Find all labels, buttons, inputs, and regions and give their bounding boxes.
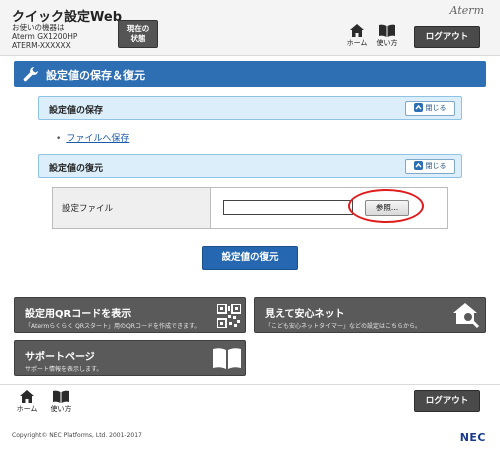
mieru-anshin-tile[interactable]: 見えて安心ネット 「こども安心ネットタイマー」などの設定はこちらから。 xyxy=(254,297,486,333)
support-page-tile[interactable]: サポートページ サポート情報を表示します。 xyxy=(14,340,246,376)
save-panel-close-button[interactable]: 閉じる xyxy=(405,101,455,116)
help-button[interactable]: 使い方 xyxy=(374,24,400,52)
device-info: お使いの機器は Aterm GX1200HP ATERM-XXXXXX xyxy=(12,23,77,50)
house-search-icon xyxy=(453,303,480,328)
section-title: 設定値の保存＆復元 xyxy=(46,69,145,82)
home-label: ホーム xyxy=(346,39,368,47)
footer-help-button[interactable]: 使い方 xyxy=(48,390,74,418)
device-label: お使いの機器は xyxy=(12,23,65,32)
header-bar: クイック設定Web お使いの機器は Aterm GX1200HP ATERM-X… xyxy=(0,0,500,56)
logout-button[interactable]: ログアウト xyxy=(414,26,480,48)
qr-code-icon xyxy=(217,304,241,328)
tile-description: サポート情報を表示します。 xyxy=(25,366,103,373)
section-header: 設定値の保存＆復元 xyxy=(14,61,486,87)
settings-file-label: 設定ファイル xyxy=(62,204,114,214)
footer-home-label: ホーム xyxy=(16,405,38,413)
home-icon xyxy=(350,24,364,37)
save-panel-close-label: 閉じる xyxy=(425,104,447,112)
chevron-up-icon xyxy=(413,160,423,170)
footer-home-button[interactable]: ホーム xyxy=(14,390,40,418)
book-icon xyxy=(213,348,241,369)
tile-description: 「こども安心ネットタイマー」などの設定はこちらから。 xyxy=(265,323,422,330)
restore-panel-title: 設定値の復元 xyxy=(49,164,104,174)
file-label-cell: 設定ファイル xyxy=(53,188,211,228)
copyright-text: Copyright© NEC Platforms, Ltd. 2001-2017 xyxy=(12,432,142,439)
current-status-button[interactable]: 現在の 状態 xyxy=(118,20,158,48)
tile-title: 見えて安心ネット xyxy=(265,309,345,320)
book-icon xyxy=(53,390,69,403)
restore-panel-header: 設定値の復元 閉じる xyxy=(38,154,462,178)
tile-title: 設定用QRコードを表示 xyxy=(25,309,132,320)
save-panel-header: 設定値の保存 閉じる xyxy=(38,96,462,120)
footer-divider xyxy=(0,384,500,385)
tile-description: 「Atermらくらく QRスタート」用のQRコードを作成できます。 xyxy=(25,323,201,330)
home-icon xyxy=(20,390,34,403)
nec-logo: NEC xyxy=(459,431,486,444)
bullet-icon: • xyxy=(56,134,62,144)
book-icon xyxy=(379,24,395,37)
highlight-annotation xyxy=(348,189,424,223)
footer-help-label: 使い方 xyxy=(50,405,72,413)
restore-panel-close-button[interactable]: 閉じる xyxy=(405,159,455,174)
save-panel-title: 設定値の保存 xyxy=(49,106,104,116)
restore-settings-button[interactable]: 設定値の復元 xyxy=(202,246,298,270)
footer-logout-button[interactable]: ログアウト xyxy=(414,390,480,412)
aterm-logo: Aterm xyxy=(449,4,484,17)
device-id: ATERM-XXXXXX xyxy=(12,41,71,50)
device-model: Aterm GX1200HP xyxy=(12,32,78,41)
qr-code-tile[interactable]: 設定用QRコードを表示 「Atermらくらく QRスタート」用のQRコードを作成… xyxy=(14,297,246,333)
home-button[interactable]: ホーム xyxy=(344,24,370,52)
chevron-up-icon xyxy=(413,102,423,112)
restore-panel-close-label: 閉じる xyxy=(425,162,447,170)
settings-file-input[interactable] xyxy=(223,200,353,215)
help-label: 使い方 xyxy=(376,39,398,47)
save-to-file-label[interactable]: ファイルへ保存 xyxy=(66,134,129,144)
wrench-icon xyxy=(23,67,38,82)
save-to-file-link[interactable]: • ファイルへ保存 xyxy=(56,131,129,144)
tile-title: サポートページ xyxy=(25,352,95,363)
